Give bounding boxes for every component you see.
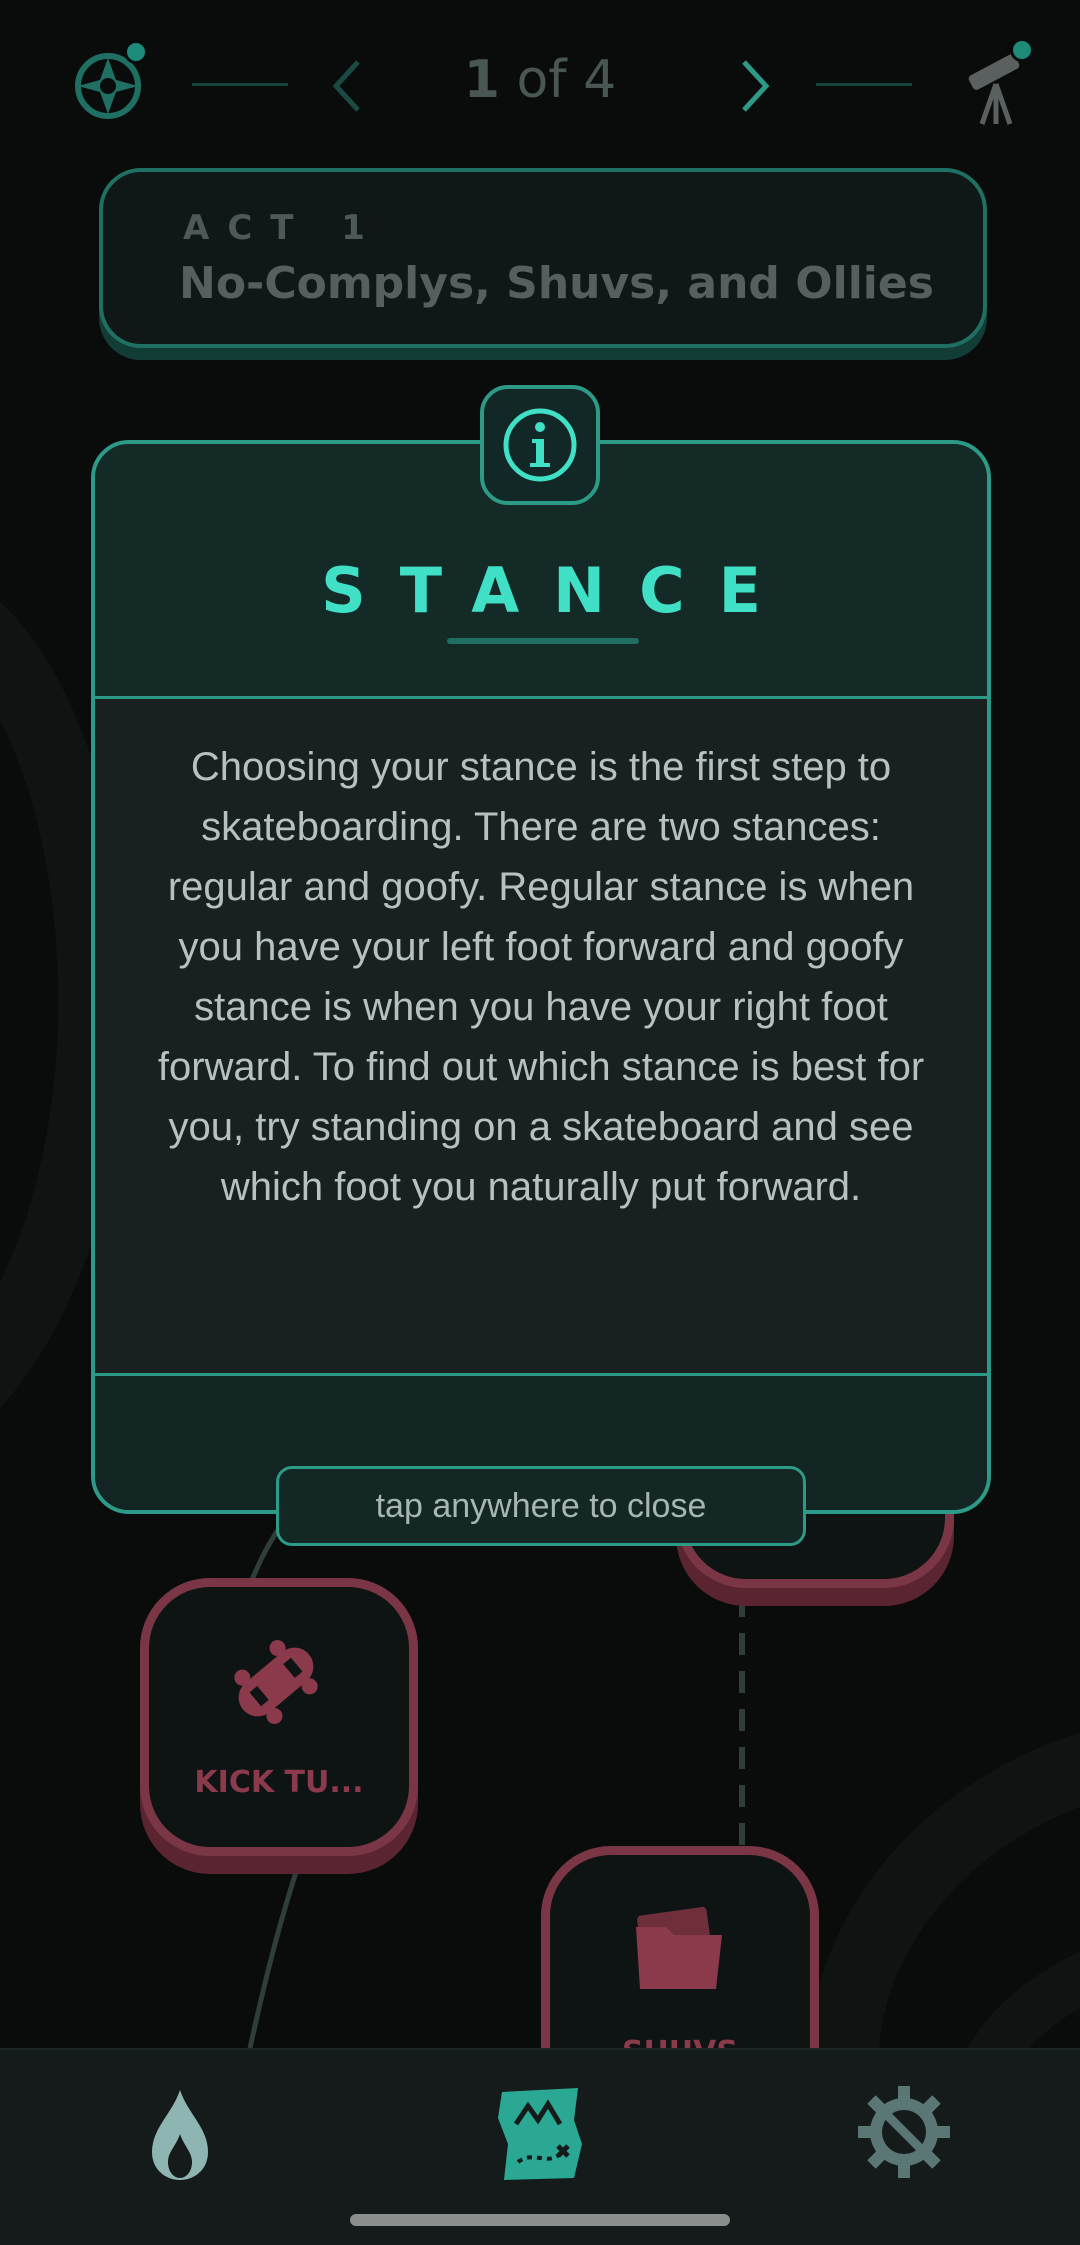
skateboard-icon [234,1640,318,1724]
chevron-left-icon[interactable] [330,58,364,114]
flame-icon [152,2090,208,2180]
home-indicator[interactable] [350,2214,730,2226]
modal-body: Choosing your stance is the first step t… [95,699,987,1376]
map-icon [498,2088,582,2180]
act-title: No-Complys, Shuvs, and Ollies [179,258,934,309]
info-badge [480,385,600,505]
modal-title: STANCE [321,554,795,627]
settings-icon [858,2086,950,2178]
title-underline [447,638,639,644]
nav-item-streak[interactable] [130,2084,230,2184]
act-label: ACT 1 [183,208,383,248]
telescope-button[interactable] [958,38,1038,126]
close-hint[interactable]: tap anywhere to close [276,1466,806,1546]
notification-dot [1010,38,1034,62]
top-nav: 1 of 4 [0,0,1080,170]
page-total: 4 [583,50,617,110]
node-label: KICK TU... [194,1765,364,1800]
nav-item-settings[interactable] [852,2080,956,2184]
page-indicator: 1 of 4 [440,50,640,110]
nav-divider-left [192,83,288,86]
notification-dot [124,40,148,64]
folder-icon [636,1906,722,1989]
page-current: 1 [463,50,500,110]
page-of: of [516,50,567,110]
nav-item-map[interactable] [494,2084,586,2184]
info-modal[interactable]: STANCE Choosing your stance is the first… [91,440,991,1514]
chevron-right-icon[interactable] [738,58,772,114]
compass-button[interactable] [70,40,150,124]
nav-divider-right [816,83,912,86]
map-node-kick-turns[interactable]: KICK TU... [140,1578,418,1856]
modal-body-text: Choosing your stance is the first step t… [157,745,925,1209]
info-icon [503,408,577,482]
act-header-card[interactable]: ACT 1 No-Complys, Shuvs, and Ollies [99,168,987,348]
